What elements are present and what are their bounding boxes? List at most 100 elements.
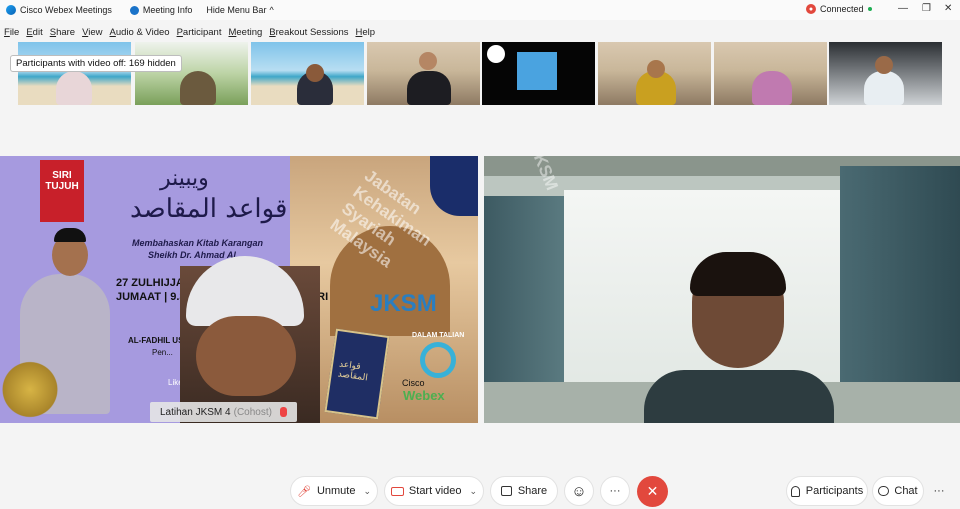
share-icon: [500, 486, 512, 496]
close-window-button[interactable]: ✕: [944, 3, 952, 14]
participant-thumbnail[interactable]: [482, 42, 595, 105]
participant-thumbnail[interactable]: [714, 42, 827, 105]
menu-help[interactable]: Help: [356, 27, 376, 38]
participant-video: [752, 71, 792, 105]
book-title-text: قواعد المقاصد: [337, 359, 369, 384]
more-options-button[interactable]: ···: [600, 476, 630, 506]
speaker-name: Latihan JKSM 4: [160, 406, 231, 418]
menu-help-label: elp: [362, 26, 376, 38]
menu-edit[interactable]: Edit: [26, 27, 42, 38]
cohost-badge: (Cohost): [233, 406, 272, 418]
participant-head: [419, 52, 437, 70]
end-meeting-button[interactable]: ✕: [637, 476, 668, 507]
person-icon: [790, 485, 800, 497]
menu-share[interactable]: Share: [50, 27, 75, 38]
menu-audio-video[interactable]: Audio & Video: [110, 27, 170, 38]
chat-icon: [878, 486, 890, 496]
close-icon: ✕: [646, 483, 659, 499]
poster-speaker-role: Pen...: [152, 348, 173, 357]
speaker-face: [196, 316, 296, 396]
hide-menu-bar-label: Hide Menu Bar: [206, 5, 267, 15]
video-off-icon: [390, 486, 404, 496]
participant-head: [306, 64, 324, 82]
siri-text: SIRI: [52, 170, 72, 181]
app-title-text: Cisco Webex Meetings: [20, 5, 112, 15]
main-video-tile-left[interactable]: SIRI TUJUH ويبينر قواعد المقاصد Membahas…: [0, 156, 478, 423]
chat-label: Chat: [894, 485, 918, 497]
webex-logo-icon: [420, 342, 456, 378]
menu-participant-label: articipant: [182, 26, 222, 38]
info-icon: [129, 5, 139, 15]
menu-meeting[interactable]: Meeting: [228, 27, 262, 38]
menu-view-label: iew: [88, 26, 103, 38]
menu-audio-video-label: udio & Video: [115, 26, 170, 38]
menu-breakout-sessions[interactable]: Breakout Sessions: [269, 27, 348, 38]
connection-status-text: Connected: [820, 4, 864, 14]
menu-file[interactable]: File: [4, 27, 19, 38]
menu-meeting-label: eeting: [236, 26, 263, 38]
chevron-up-icon: ^: [269, 5, 274, 15]
minimize-button[interactable]: —: [898, 3, 908, 14]
share-button[interactable]: Share: [490, 476, 558, 506]
participant-video: [407, 71, 451, 105]
jksm-logo: JKSM: [370, 290, 437, 317]
main-video-tile-right[interactable]: JKSM: [484, 156, 960, 423]
participant-hair: [690, 252, 786, 296]
smiley-icon: ☺: [571, 482, 587, 500]
participant-photo: [517, 52, 557, 90]
gold-ornament-icon: [0, 356, 60, 423]
menu-bar: File Edit Share View Audio & Video Parti…: [0, 24, 960, 40]
reactions-button[interactable]: ☺: [564, 476, 594, 506]
meeting-controls: 🎤︎ Unmute ⌄ Start video ⌄ Share ☺ ··· Pa…: [0, 470, 960, 509]
participant-video: [864, 71, 904, 105]
participant-head: [647, 60, 665, 78]
participants-label: Participants: [805, 485, 864, 497]
participant-thumbnail[interactable]: [251, 42, 364, 105]
chat-button[interactable]: Chat: [872, 476, 924, 506]
more-icon: ···: [933, 485, 945, 497]
meeting-info-label: Meeting Info: [142, 5, 193, 15]
meeting-info-button[interactable]: Meeting Info: [129, 5, 193, 15]
connection-icon: ●: [806, 4, 816, 14]
webex-text: Webex: [403, 388, 445, 403]
mic-muted-icon: 🎤︎: [296, 485, 311, 498]
active-speaker-name-bar: Latihan JKSM 4 (Cohost): [150, 402, 297, 422]
mic-muted-icon: [279, 407, 287, 417]
participant-video: [56, 71, 92, 105]
title-bar: Cisco Webex Meetings Meeting Info Hide M…: [0, 0, 960, 20]
tujuh-text: TUJUH: [45, 181, 79, 192]
dalam-talian-text: DALAM TALIAN: [412, 332, 465, 339]
participant-video: [180, 71, 216, 105]
connection-status[interactable]: ● Connected: [806, 4, 872, 14]
participant-thumbnail[interactable]: [829, 42, 942, 105]
hide-menu-bar-button[interactable]: Hide Menu Bar ^: [206, 5, 273, 15]
poster-book-line: Membahaskan Kitab Karangan: [132, 238, 264, 248]
poster-arabic-title: ويبينر: [160, 166, 209, 191]
menu-breakout-label: reakout Sessions: [275, 26, 349, 38]
share-label: Share: [517, 485, 548, 497]
participant-thumbnail[interactable]: [135, 42, 248, 105]
menu-view[interactable]: View: [82, 27, 102, 38]
siri-tujuh-ribbon: SIRI TUJUH: [40, 160, 84, 222]
start-video-button[interactable]: Start video ⌄: [384, 476, 484, 506]
restore-button[interactable]: ❐: [922, 3, 931, 14]
more-icon: ···: [609, 485, 621, 497]
participant-thumbnail[interactable]: [598, 42, 711, 105]
participants-button[interactable]: Participants: [786, 476, 868, 506]
more-panels-button[interactable]: ···: [926, 476, 952, 506]
cisco-text: Cisco: [402, 378, 425, 388]
poster-book-image: قواعد المقاصد: [324, 328, 390, 420]
participant-thumbnail[interactable]: [367, 42, 480, 105]
menu-file-label: ile: [9, 26, 20, 38]
chevron-down-icon[interactable]: ⌄: [470, 486, 478, 497]
participant-thumbnail[interactable]: [18, 42, 131, 105]
unmute-button[interactable]: 🎤︎ Unmute ⌄: [290, 476, 378, 506]
poster-arabic-subtitle: قواعد المقاصد: [130, 194, 288, 224]
webex-logo-icon: [6, 5, 16, 15]
start-video-label: Start video: [408, 485, 462, 497]
chevron-down-icon[interactable]: ⌄: [363, 486, 371, 497]
menu-share-label: hare: [56, 26, 76, 38]
participant-strip: [18, 42, 942, 105]
participant-head: [875, 56, 893, 74]
menu-participant[interactable]: Participant: [177, 27, 222, 38]
